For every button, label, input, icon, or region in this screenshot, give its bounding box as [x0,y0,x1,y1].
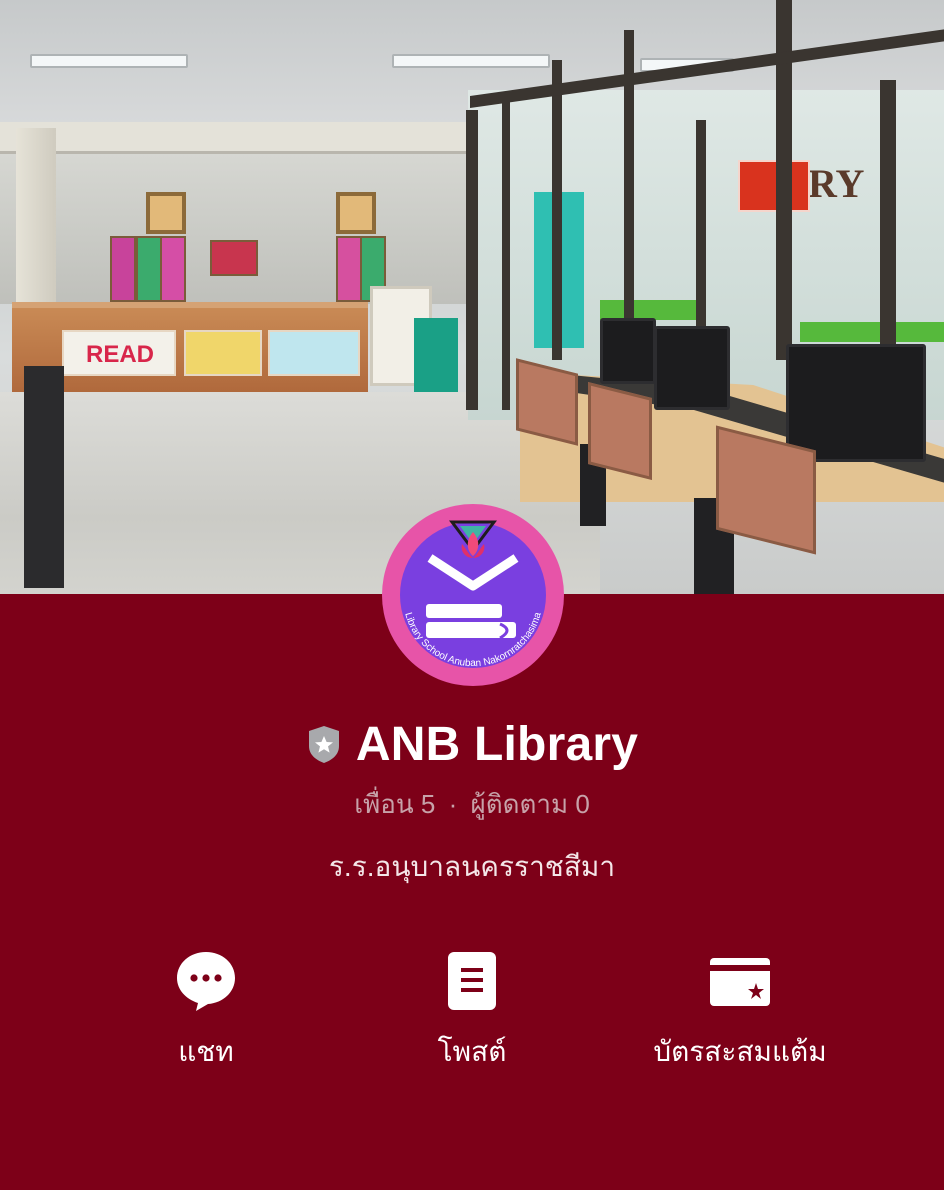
window-mullion [880,80,896,370]
display-panel [110,236,136,302]
logo-ring-text-path: Library School Anuban Nakornratchasima [402,611,544,669]
green-stripe [600,300,700,320]
window-mullion [552,60,562,360]
counter-poster [184,330,262,376]
chat-button[interactable]: แชท [76,950,336,1074]
green-cabinet [414,318,458,402]
window-mullion [502,92,510,410]
friends-count[interactable]: เพื่อน 5 [354,789,435,819]
status-message: ร.ร.อนุบาลนครราชสีมา [328,851,616,882]
cover-beam [0,122,470,154]
action-bar: แชท โพสต์ บัตรสะสมแต้ม [0,950,944,1070]
read-sign-text: READ [86,341,154,368]
display-panel [210,240,258,276]
read-sign: READ [62,330,176,376]
post-button[interactable]: โพสต์ [342,950,602,1074]
ceiling-light [392,54,550,68]
reward-card-button[interactable]: บัตรสะสมแต้ม [610,950,870,1074]
followers-count[interactable]: ผู้ติดตาม 0 [470,789,589,819]
reward-card-icon [710,958,770,1006]
logo-ring-text: Library School Anuban Nakornratchasima [402,611,544,669]
green-stripe [800,322,944,342]
library-building-sign: RY [808,161,865,206]
window-mullion [466,110,478,410]
portrait-frame [336,192,376,234]
window-mullion [696,120,706,340]
profile-avatar[interactable]: Library School Anuban Nakornratchasima [382,504,564,686]
profile-stats: เพื่อน 5 · ผู้ติดตาม 0 [0,784,944,825]
gate-post [24,366,64,588]
chat-bubble-icon [177,952,235,1011]
cover-back-wall [0,154,470,304]
counter-poster [268,330,360,376]
notice-sign [738,160,810,212]
portrait-frame [146,192,186,234]
computer-monitor [600,318,656,384]
display-panel [136,236,162,302]
chat-button-label: แชท [178,1036,234,1067]
reward-card-button-label: บัตรสะสมแต้ม [653,1036,827,1067]
stats-separator: · [448,789,458,819]
computer-monitor [786,344,926,462]
profile-name: ANB Library [355,717,639,771]
display-panel [160,236,186,302]
library-logo-icon: Library School Anuban Nakornratchasima [402,520,544,669]
shield-star-icon [308,726,339,763]
post-document-icon [448,952,496,1010]
ceiling-light [30,54,188,68]
chair [588,382,652,480]
post-button-label: โพสต์ [437,1036,507,1067]
chair [516,358,578,446]
profile-name-row: ANB Library [0,712,944,776]
display-panel [336,236,362,302]
computer-monitor [654,326,730,410]
